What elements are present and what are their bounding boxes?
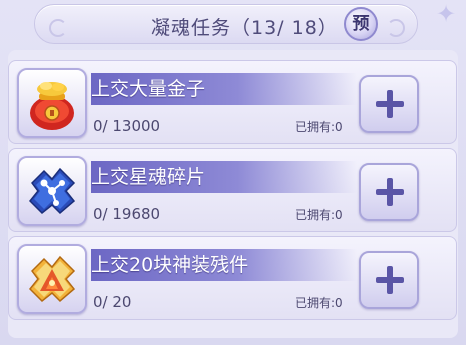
swirl-decoration-icon — [49, 19, 67, 37]
plus-icon — [376, 178, 404, 206]
add-button[interactable] — [359, 251, 419, 309]
gold-bag-icon — [17, 68, 87, 138]
plus-icon — [376, 90, 404, 118]
page-title: 凝魂任务（13/ 18） — [151, 17, 338, 39]
plus-icon — [376, 266, 404, 294]
task-progress: 0/ 13000 — [93, 117, 161, 135]
task-name: 上交大量金子 — [91, 78, 206, 100]
swirl-decoration-icon — [387, 19, 405, 37]
task-name: 上交星魂碎片 — [91, 166, 206, 188]
add-button[interactable] — [359, 75, 419, 133]
star-soul-fragment-icon — [17, 156, 87, 226]
divine-gear-fragment-icon — [17, 244, 87, 314]
task-progress: 0/ 20 — [93, 293, 132, 311]
task-row: 上交20块神装残件 0/ 20 已拥有:0 — [8, 236, 457, 320]
preview-button[interactable]: 预 — [344, 7, 378, 41]
owned-count: 已拥有:0 — [295, 120, 343, 134]
owned-count: 已拥有:0 — [295, 296, 343, 310]
sparkle-icon: ✦ — [436, 0, 457, 28]
owned-count: 已拥有:0 — [295, 208, 343, 222]
task-row: 上交大量金子 0/ 13000 已拥有:0 — [8, 60, 457, 144]
task-progress: 0/ 19680 — [93, 205, 161, 223]
add-button[interactable] — [359, 163, 419, 221]
task-name: 上交20块神装残件 — [91, 254, 249, 276]
task-row: 上交星魂碎片 0/ 19680 已拥有:0 — [8, 148, 457, 232]
